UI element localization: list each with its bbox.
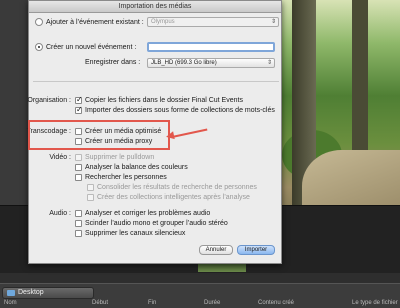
remove-silent-label: Supprimer les canaux silencieux [85, 230, 186, 237]
pulldown-checkbox[interactable] [75, 154, 82, 161]
analyze-audio-checkbox[interactable] [75, 210, 82, 217]
consolidate-people-label: Consolider les résultats de recherche de… [97, 184, 257, 191]
column-header[interactable]: Contenu créé [258, 300, 294, 306]
pulldown-option[interactable]: Supprimer le pulldown [75, 154, 154, 161]
import-folders-label: Importer des dossiers sous forme de coll… [85, 107, 275, 114]
cancel-button[interactable]: Annuler [199, 245, 233, 255]
smart-collections-label: Créer des collections intelligentes aprè… [97, 194, 250, 201]
arrow-head-icon [165, 131, 175, 141]
split-audio-checkbox[interactable] [75, 220, 82, 227]
smart-collections-option[interactable]: Créer des collections intelligentes aprè… [87, 194, 250, 201]
column-header[interactable]: Nom [4, 300, 17, 306]
find-people-checkbox[interactable] [75, 174, 82, 181]
audio-label: Audio : [49, 210, 71, 217]
copy-files-option[interactable]: Copier les fichiers dans le dossier Fina… [75, 95, 243, 104]
import-button[interactable]: Importer [237, 245, 275, 255]
column-header[interactable]: Le type de fichier [352, 300, 398, 306]
create-new-option[interactable]: Créer un nouvel événement : [35, 43, 136, 51]
organisation-label: Organisation : [27, 97, 71, 104]
dialog-title: Importation des médias [29, 1, 281, 13]
find-people-label: Rechercher les personnes [85, 174, 167, 181]
color-balance-checkbox[interactable] [75, 164, 82, 171]
new-event-name-field[interactable] [147, 42, 275, 52]
existing-event-select[interactable]: Olympus [147, 17, 279, 27]
save-to-row: Enregistrer dans : [85, 59, 140, 66]
divider [33, 81, 279, 82]
create-new-label: Créer un nouvel événement : [46, 43, 137, 51]
save-to-select[interactable]: JLB_HD (699.3 Go libre) [147, 58, 275, 68]
annotation-highlight-box [28, 120, 170, 150]
column-headers: Nom Début Fin Durée Contenu créé Le type… [0, 300, 400, 308]
analyze-audio-option[interactable]: Analyser et corriger les problèmes audio [75, 210, 210, 217]
find-people-option[interactable]: Rechercher les personnes [75, 174, 167, 181]
column-header[interactable]: Fin [148, 300, 156, 306]
copy-files-label: Copier les fichiers dans le dossier Fina… [85, 97, 243, 104]
create-new-radio[interactable] [35, 43, 43, 51]
pulldown-label: Supprimer le pulldown [85, 154, 155, 161]
add-existing-radio[interactable] [35, 18, 43, 26]
location-label: Desktop [18, 289, 44, 296]
smart-collections-checkbox[interactable] [87, 194, 94, 201]
analyze-audio-label: Analyser et corriger les problèmes audio [85, 210, 211, 217]
remove-silent-option[interactable]: Supprimer les canaux silencieux [75, 230, 185, 237]
save-to-label: Enregistrer dans : [85, 59, 141, 66]
location-select[interactable]: Desktop [2, 287, 94, 299]
consolidate-people-checkbox[interactable] [87, 184, 94, 191]
split-audio-label: Scinder l’audio mono et grouper l’audio … [85, 220, 228, 227]
column-header[interactable]: Début [92, 300, 108, 306]
consolidate-people-option[interactable]: Consolider les résultats de recherche de… [87, 184, 257, 191]
add-existing-label: Ajouter à l’événement existant : [46, 18, 144, 26]
import-folders-option[interactable]: Importer des dossiers sous forme de coll… [75, 105, 275, 114]
preview-image [282, 0, 400, 240]
remove-silent-checkbox[interactable] [75, 230, 82, 237]
split-audio-option[interactable]: Scinder l’audio mono et grouper l’audio … [75, 220, 228, 227]
copy-files-checkbox[interactable] [75, 95, 83, 104]
import-folders-checkbox[interactable] [75, 105, 83, 114]
bottom-bar: Desktop Nom Début Fin Durée Contenu créé… [0, 283, 400, 308]
folder-icon [7, 290, 15, 296]
color-balance-label: Analyser la balance des couleurs [85, 164, 188, 171]
video-label: Vidéo : [49, 154, 71, 161]
add-existing-option[interactable]: Ajouter à l’événement existant : [35, 18, 144, 26]
color-balance-option[interactable]: Analyser la balance des couleurs [75, 164, 188, 171]
column-header[interactable]: Durée [204, 300, 220, 306]
